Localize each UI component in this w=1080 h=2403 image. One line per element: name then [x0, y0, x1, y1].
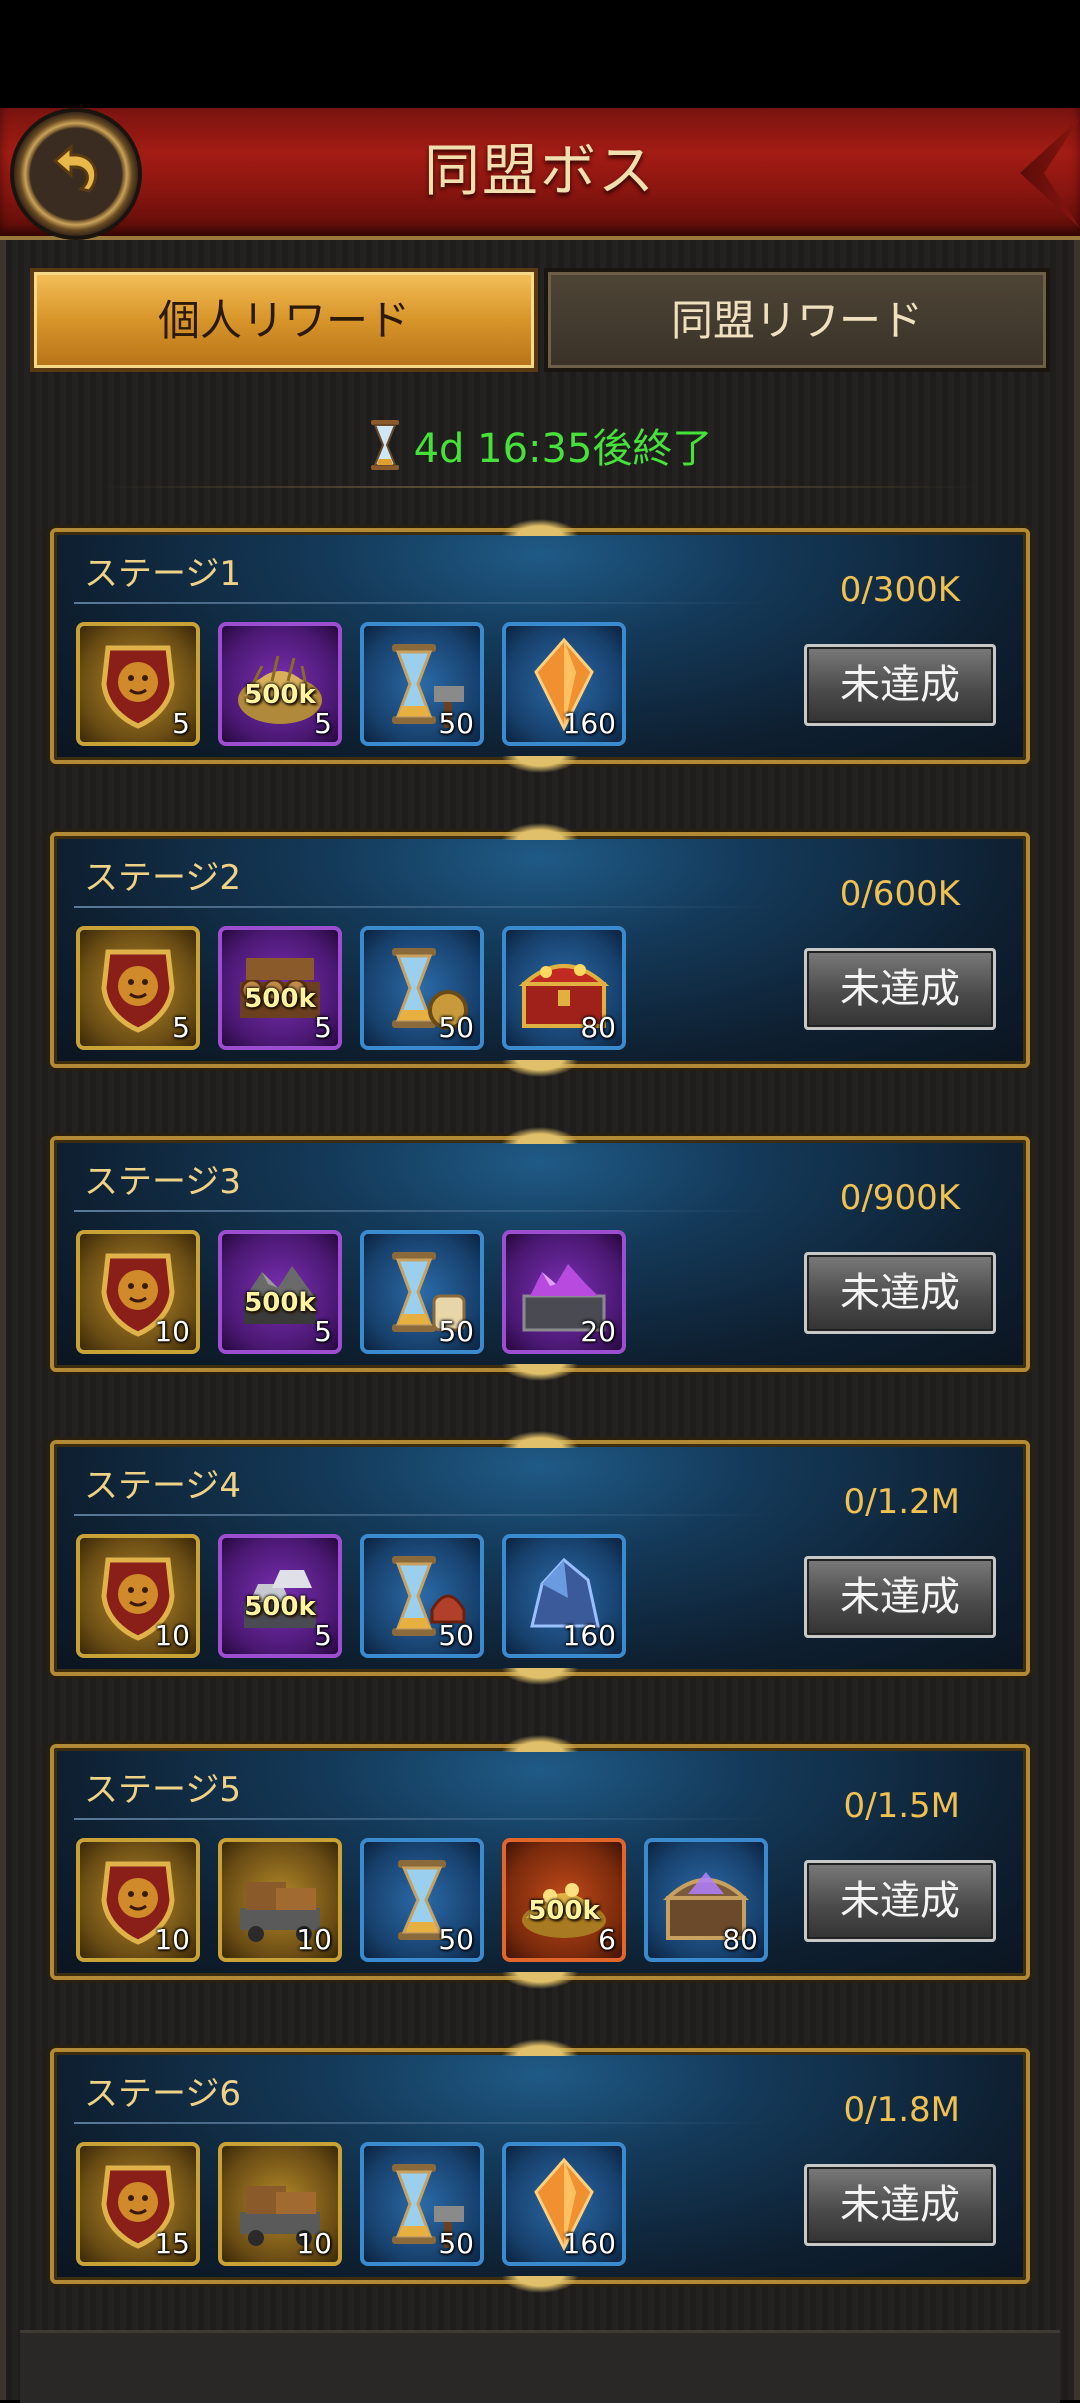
reward-item[interactable]: 50: [360, 1838, 484, 1962]
reward-item[interactable]: 10: [218, 2142, 342, 2266]
reward-quantity: 50: [438, 1923, 474, 1956]
alliance-boss-screen: 同盟ボス 個人リワード 同盟リワード 4d 16:35後終了 ステージ1 0/30…: [0, 0, 1080, 2403]
reward-quantity: 80: [580, 1011, 616, 1044]
reward-quantity: 10: [154, 1619, 190, 1652]
status-bar-area: [0, 0, 1080, 108]
reward-quantity: 5: [314, 707, 332, 740]
reward-quantity: 50: [438, 707, 474, 740]
stage-name: ステージ1: [84, 554, 241, 594]
reward-quantity: 5: [172, 1011, 190, 1044]
reward-item[interactable]: 500k 5: [218, 622, 342, 746]
stage-name: ステージ3: [84, 1162, 241, 1202]
bottom-bar: [20, 2330, 1060, 2403]
stage-progress: 0/1.5M: [843, 1786, 961, 1826]
stage-progress: 0/300K: [839, 570, 960, 610]
stage-divider: [74, 1818, 774, 1820]
reward-item[interactable]: 10: [76, 1838, 200, 1962]
claim-status-button[interactable]: 未達成: [804, 1860, 996, 1942]
reward-quantity: 50: [438, 1315, 474, 1348]
reward-item[interactable]: 50: [360, 2142, 484, 2266]
reward-item[interactable]: 10: [218, 1838, 342, 1962]
stage-name: ステージ4: [84, 1466, 241, 1506]
tab-personal-reward[interactable]: 個人リワード: [30, 268, 538, 372]
reward-quantity: 15: [154, 2227, 190, 2260]
reward-item[interactable]: 50: [360, 1230, 484, 1354]
stage-divider: [74, 1210, 774, 1212]
reward-item[interactable]: 20: [502, 1230, 626, 1354]
reward-quantity: 5: [314, 1315, 332, 1348]
event-timer: 4d 16:35後終了: [60, 408, 1020, 488]
reward-quantity: 6: [598, 1923, 616, 1956]
reward-quantity: 160: [562, 1619, 616, 1652]
stage-card: ステージ2 0/600K 5 500k 5 50 80 未達成: [50, 820, 1030, 1080]
stage-divider: [74, 602, 774, 604]
stage-name: ステージ2: [84, 858, 241, 898]
claim-status-button[interactable]: 未達成: [804, 644, 996, 726]
reward-quantity: 50: [438, 2227, 474, 2260]
reward-item[interactable]: 50: [360, 926, 484, 1050]
reward-quantity: 80: [722, 1923, 758, 1956]
reward-item[interactable]: 5: [76, 622, 200, 746]
back-arrow-icon: [52, 143, 98, 193]
reward-item[interactable]: 80: [644, 1838, 768, 1962]
tab-alliance-reward[interactable]: 同盟リワード: [544, 268, 1050, 372]
timer-text: 4d 16:35後終了: [413, 426, 713, 472]
stage-card: ステージ6 0/1.8M 15 10 50 160 未達成: [50, 2036, 1030, 2296]
reward-item[interactable]: 80: [502, 926, 626, 1050]
reward-item[interactable]: 15: [76, 2142, 200, 2266]
amount-badge: 500k: [244, 984, 316, 1014]
amount-badge: 500k: [244, 1592, 316, 1622]
reward-item[interactable]: 160: [502, 1534, 626, 1658]
claim-status-button[interactable]: 未達成: [804, 1252, 996, 1334]
claim-status-button[interactable]: 未達成: [804, 2164, 996, 2246]
reward-item[interactable]: 500k 5: [218, 1230, 342, 1354]
stage-divider: [74, 1514, 774, 1516]
stage-divider: [74, 906, 774, 908]
hourglass-icon: [370, 420, 399, 470]
reward-quantity: 50: [438, 1011, 474, 1044]
back-button[interactable]: [14, 112, 138, 236]
claim-status-button[interactable]: 未達成: [804, 1556, 996, 1638]
reward-item[interactable]: 10: [76, 1534, 200, 1658]
reward-item[interactable]: 5: [76, 926, 200, 1050]
stage-card: ステージ1 0/300K 5 500k 5 50 160 未達成: [50, 516, 1030, 776]
reward-quantity: 5: [172, 707, 190, 740]
amount-badge: 500k: [528, 1896, 600, 1926]
reward-quantity: 5: [314, 1011, 332, 1044]
reward-item[interactable]: 50: [360, 622, 484, 746]
stage-name: ステージ6: [84, 2074, 241, 2114]
reward-quantity: 10: [296, 1923, 332, 1956]
stage-divider: [74, 2122, 774, 2124]
stage-progress: 0/1.8M: [843, 2090, 961, 2130]
stage-card: ステージ5 0/1.5M 10 10 50 500k 6 80 未達成: [50, 1732, 1030, 1992]
reward-quantity: 10: [154, 1923, 190, 1956]
stage-progress: 0/1.2M: [843, 1482, 961, 1522]
stage-progress: 0/600K: [839, 874, 960, 914]
amount-badge: 500k: [244, 1288, 316, 1318]
stage-name: ステージ5: [84, 1770, 241, 1810]
reward-tabs: 個人リワード 同盟リワード: [30, 268, 1050, 372]
reward-quantity: 5: [314, 1619, 332, 1652]
reward-quantity: 10: [154, 1315, 190, 1348]
stage-card: ステージ3 0/900K 10 500k 5 50 20 未達成: [50, 1124, 1030, 1384]
reward-quantity: 50: [438, 1619, 474, 1652]
reward-quantity: 160: [562, 2227, 616, 2260]
stage-progress: 0/900K: [839, 1178, 960, 1218]
reward-item[interactable]: 10: [76, 1230, 200, 1354]
reward-item[interactable]: 160: [502, 2142, 626, 2266]
reward-item[interactable]: 160: [502, 622, 626, 746]
reward-item[interactable]: 50: [360, 1534, 484, 1658]
reward-quantity: 20: [580, 1315, 616, 1348]
stage-card: ステージ4 0/1.2M 10 500k 5 50 160 未達成: [50, 1428, 1030, 1688]
reward-item[interactable]: 500k 5: [218, 1534, 342, 1658]
reward-item[interactable]: 500k 5: [218, 926, 342, 1050]
claim-status-button[interactable]: 未達成: [804, 948, 996, 1030]
reward-item[interactable]: 500k 6: [502, 1838, 626, 1962]
page-title: 同盟ボス: [424, 139, 656, 204]
amount-badge: 500k: [244, 680, 316, 710]
reward-quantity: 160: [562, 707, 616, 740]
reward-quantity: 10: [296, 2227, 332, 2260]
